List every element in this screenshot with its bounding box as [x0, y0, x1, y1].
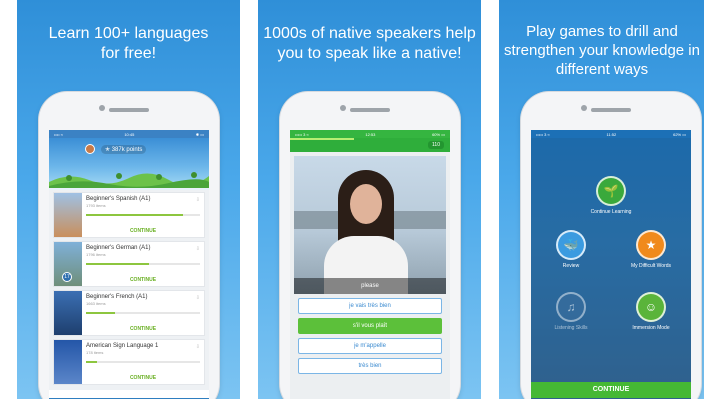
session-topbar: 110	[290, 138, 450, 152]
continue-button[interactable]: CONTINUE	[82, 326, 204, 332]
game-label: Review	[562, 263, 580, 269]
game-label: Listening Skills	[554, 325, 588, 331]
course-thumbnail	[54, 193, 82, 237]
course-progress	[86, 312, 200, 314]
status-bar: •••• ≈ 10:45 ✱ ▭	[49, 130, 209, 138]
course-card[interactable]: 17 Beginner's German (A1) 1796 items CON…	[53, 241, 205, 287]
course-thumbnail: 17	[54, 242, 82, 286]
status-battery: 62% ▭	[673, 131, 686, 137]
hills-illustration	[49, 172, 209, 190]
speaker-slot	[109, 108, 149, 112]
game-label: Immersion Mode	[632, 325, 670, 331]
course-thumbnail	[54, 291, 82, 335]
phone-screen: ••••• 3 ≈ 11:52 62% ▭ 🌱 Continue Learnin…	[531, 130, 691, 399]
answer-option[interactable]: très bien	[298, 358, 442, 374]
course-progress	[86, 214, 200, 216]
phone-frame: ••••• 3 ≈ 12:53 60% ▭ 110 please je vais…	[280, 92, 460, 399]
status-signal: •••• ≈	[54, 131, 63, 137]
sprout-icon: 🌱	[596, 176, 626, 206]
panel-headline: 1000s of native speakers help you to spe…	[263, 25, 476, 62]
download-icon[interactable]: ⇩	[196, 197, 200, 203]
immersion-icon: ☺	[636, 292, 666, 322]
course-progress-fill	[86, 214, 183, 216]
status-time: 11:52	[606, 131, 617, 137]
course-progress	[86, 263, 200, 265]
course-title: Beginner's Spanish (A1)	[86, 196, 151, 202]
course-card[interactable]: Beginner's Spanish (A1) 1793 items CONTI…	[53, 192, 205, 238]
download-icon[interactable]: ⇩	[196, 295, 200, 301]
game-listening-skills[interactable]: ♫ Listening Skills	[539, 292, 603, 331]
panel-headline: Play games to drill and strengthen your …	[504, 23, 700, 78]
star-icon: ★	[636, 230, 666, 260]
download-icon[interactable]: ⇩	[196, 344, 200, 350]
course-list: Beginner's Spanish (A1) 1793 items CONTI…	[49, 190, 209, 390]
speaker-slot	[350, 108, 390, 112]
course-items: 1796 items	[86, 252, 106, 257]
answer-option-selected[interactable]: s'il vous plaît	[298, 318, 442, 334]
status-time: 10:45	[124, 131, 135, 137]
course-items: 1793 items	[86, 203, 106, 208]
panel-headline: Learn 100+ languages for free!	[48, 25, 209, 62]
course-items: 178 items	[86, 350, 104, 355]
game-label: Continue Learning	[590, 209, 632, 215]
session-body: please je vais très bien s'il vous plaît…	[290, 152, 450, 399]
status-signal: ••••• 3 ≈	[295, 131, 309, 137]
course-title: Beginner's French (A1)	[86, 294, 148, 300]
course-progress	[86, 361, 200, 363]
level-badge: 17	[62, 272, 72, 282]
answer-option[interactable]: je m'appelle	[298, 338, 442, 354]
course-thumbnail	[54, 340, 82, 384]
native-speaker-video[interactable]: please	[294, 156, 446, 294]
status-signal: ••••• 3 ≈	[536, 131, 550, 137]
speaker-slot	[591, 108, 631, 112]
course-progress-fill	[86, 263, 149, 265]
continue-button[interactable]: CONTINUE	[531, 382, 691, 398]
status-bar: ••••• 3 ≈ 12:53 60% ▭	[290, 130, 450, 138]
status-bar: ••••• 3 ≈ 11:52 62% ▭	[531, 130, 691, 138]
continue-button[interactable]: CONTINUE	[82, 228, 204, 234]
status-time: 12:53	[365, 131, 376, 137]
music-note-icon: ♫	[556, 292, 586, 322]
avatar[interactable]	[85, 144, 95, 154]
course-progress-fill	[86, 361, 98, 363]
game-review[interactable]: 🐳 Review	[539, 230, 603, 269]
panel-native-speakers: 1000s of native speakers help you to spe…	[258, 0, 481, 399]
panel-learn-languages: Learn 100+ languages for free! •••• ≈ 10…	[17, 0, 240, 399]
session-progress	[290, 138, 354, 140]
phone-screen: ••••• 3 ≈ 12:53 60% ▭ 110 please je vais…	[290, 130, 450, 399]
status-battery: 60% ▭	[432, 131, 445, 137]
course-card[interactable]: American Sign Language 1 178 items CONTI…	[53, 339, 205, 385]
download-icon[interactable]: ⇩	[196, 246, 200, 252]
continue-button[interactable]: CONTINUE	[82, 277, 204, 283]
course-card[interactable]: Beginner's French (A1) 1663 items CONTIN…	[53, 290, 205, 336]
points-badge: ✭ 387k points	[101, 145, 147, 154]
course-title: American Sign Language 1	[86, 343, 159, 349]
game-difficult-words[interactable]: ★ My Difficult Words	[619, 230, 683, 269]
continue-button[interactable]: CONTINUE	[82, 375, 204, 381]
game-continue-learning[interactable]: 🌱 Continue Learning	[579, 176, 643, 215]
camera-dot	[99, 105, 105, 111]
phone-frame: ••••• 3 ≈ 11:52 62% ▭ 🌱 Continue Learnin…	[521, 92, 701, 399]
review-icon: 🐳	[556, 230, 586, 260]
course-items: 1663 items	[86, 301, 106, 306]
course-progress-fill	[86, 312, 115, 314]
answer-option[interactable]: je vais très bien	[298, 298, 442, 314]
panel-games: Play games to drill and strengthen your …	[499, 0, 704, 399]
phone-screen: •••• ≈ 10:45 ✱ ▭ ✭ 387k points Beginner'…	[49, 130, 209, 399]
phone-frame: •••• ≈ 10:45 ✱ ▭ ✭ 387k points Beginner'…	[39, 92, 219, 399]
score-count: 110	[428, 141, 444, 149]
video-caption: please	[294, 278, 446, 294]
speaker-face	[350, 184, 382, 224]
course-title: Beginner's German (A1)	[86, 245, 151, 251]
profile-header: ✭ 387k points	[49, 138, 209, 190]
game-label: My Difficult Words	[630, 263, 672, 269]
status-battery: ✱ ▭	[195, 131, 204, 137]
camera-dot	[581, 105, 587, 111]
game-immersion-mode[interactable]: ☺ Immersion Mode	[619, 292, 683, 331]
camera-dot	[340, 105, 346, 111]
